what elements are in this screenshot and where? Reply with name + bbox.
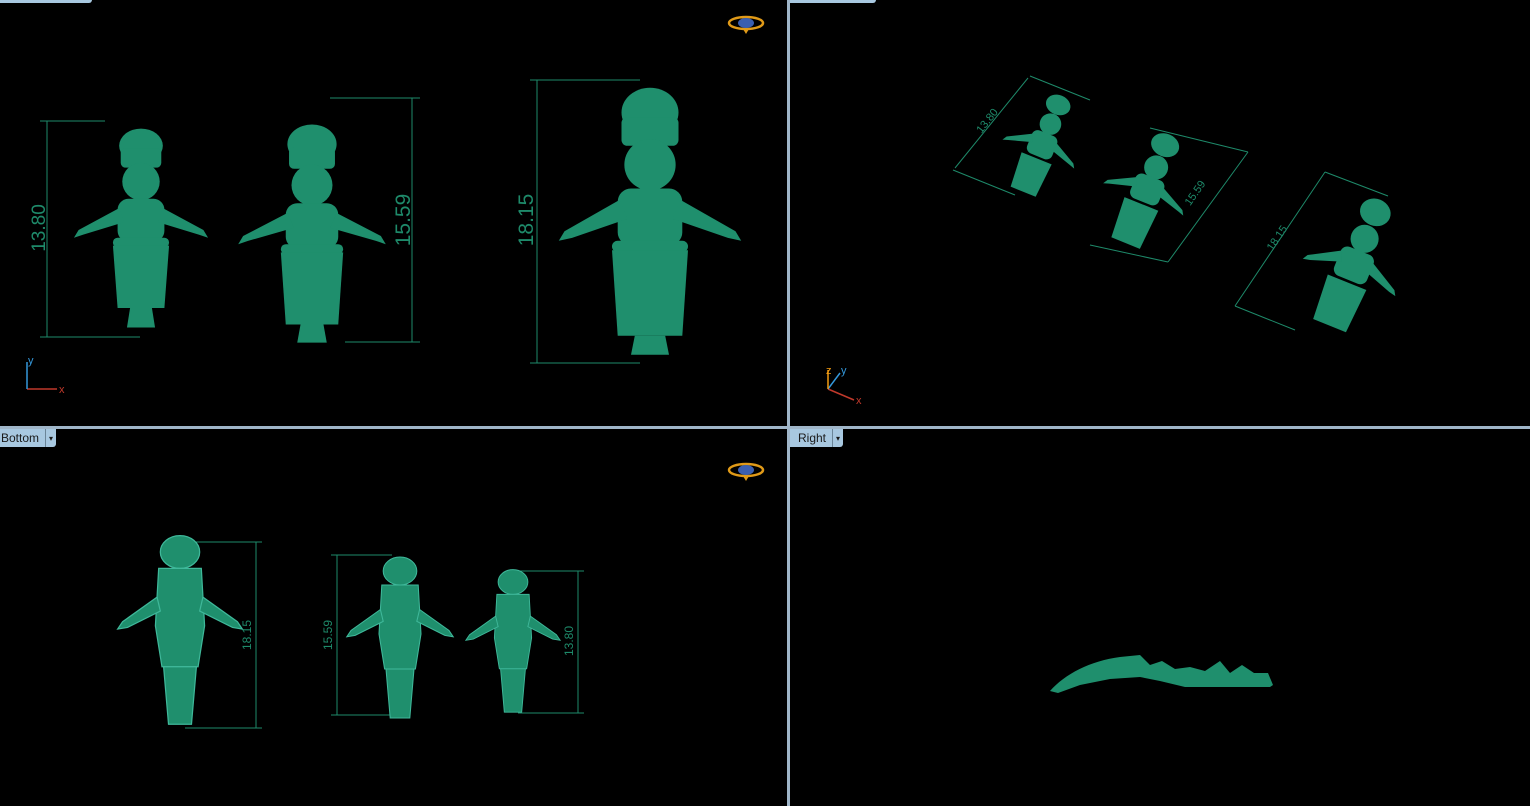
viewport-bottom[interactable]: Bottom ▾ 18.15 15.59 13.80 — [0, 429, 787, 806]
axis-x-label-perspective: x — [856, 395, 862, 407]
dim-label-medium: 15.59 — [392, 194, 415, 247]
perspective-view-scene: 13.80 15.59 18.15 x y z — [826, 75, 1426, 407]
figure-large-bottom[interactable] — [116, 534, 244, 725]
top-view-scene: 13.80 15.59 18.15 x y — [26, 15, 765, 396]
axis-x-label: x — [59, 384, 65, 396]
viewport-right[interactable]: Right ▾ — [790, 429, 1530, 806]
gumball-icon-bottom[interactable] — [727, 462, 765, 481]
viewport-perspective[interactable]: 13.80 15.59 18.15 x y z — [790, 0, 1530, 426]
axis-y-label-perspective: y — [841, 365, 847, 377]
dim-label-large: 18.15 — [515, 194, 538, 247]
gumball-icon[interactable] — [727, 15, 765, 34]
dim-label-small-bottom: 13.80 — [562, 626, 576, 656]
axis-triad: x y — [26, 355, 65, 396]
figures-side-profile[interactable] — [1050, 655, 1273, 693]
axis-z-label-perspective: z — [826, 365, 832, 377]
axis-y-label: y — [28, 355, 34, 367]
figure-large-perspective[interactable] — [1283, 181, 1426, 344]
viewport-top[interactable]: 13.80 15.59 18.15 x y — [0, 0, 787, 426]
dim-label-small-perspective: 13.80 — [974, 107, 1000, 136]
dim-label-large-bottom: 18.15 — [240, 620, 254, 650]
figure-large[interactable] — [558, 87, 742, 355]
dim-label-small: 13.80 — [29, 204, 50, 252]
figure-small[interactable] — [73, 128, 209, 328]
dim-label-large-perspective: 18.15 — [1265, 224, 1290, 254]
figure-medium-bottom[interactable] — [345, 556, 455, 719]
dim-label-medium-perspective: 15.59 — [1183, 179, 1209, 208]
bottom-view-scene: 18.15 15.59 13.80 — [116, 462, 765, 729]
figure-small-bottom[interactable] — [464, 569, 562, 713]
figure-small-perspective[interactable] — [987, 81, 1098, 206]
axis-triad-perspective: x y z — [826, 365, 862, 407]
dim-label-medium-bottom: 15.59 — [321, 620, 335, 650]
figure-medium[interactable] — [238, 124, 386, 343]
right-view-scene — [1050, 655, 1273, 693]
